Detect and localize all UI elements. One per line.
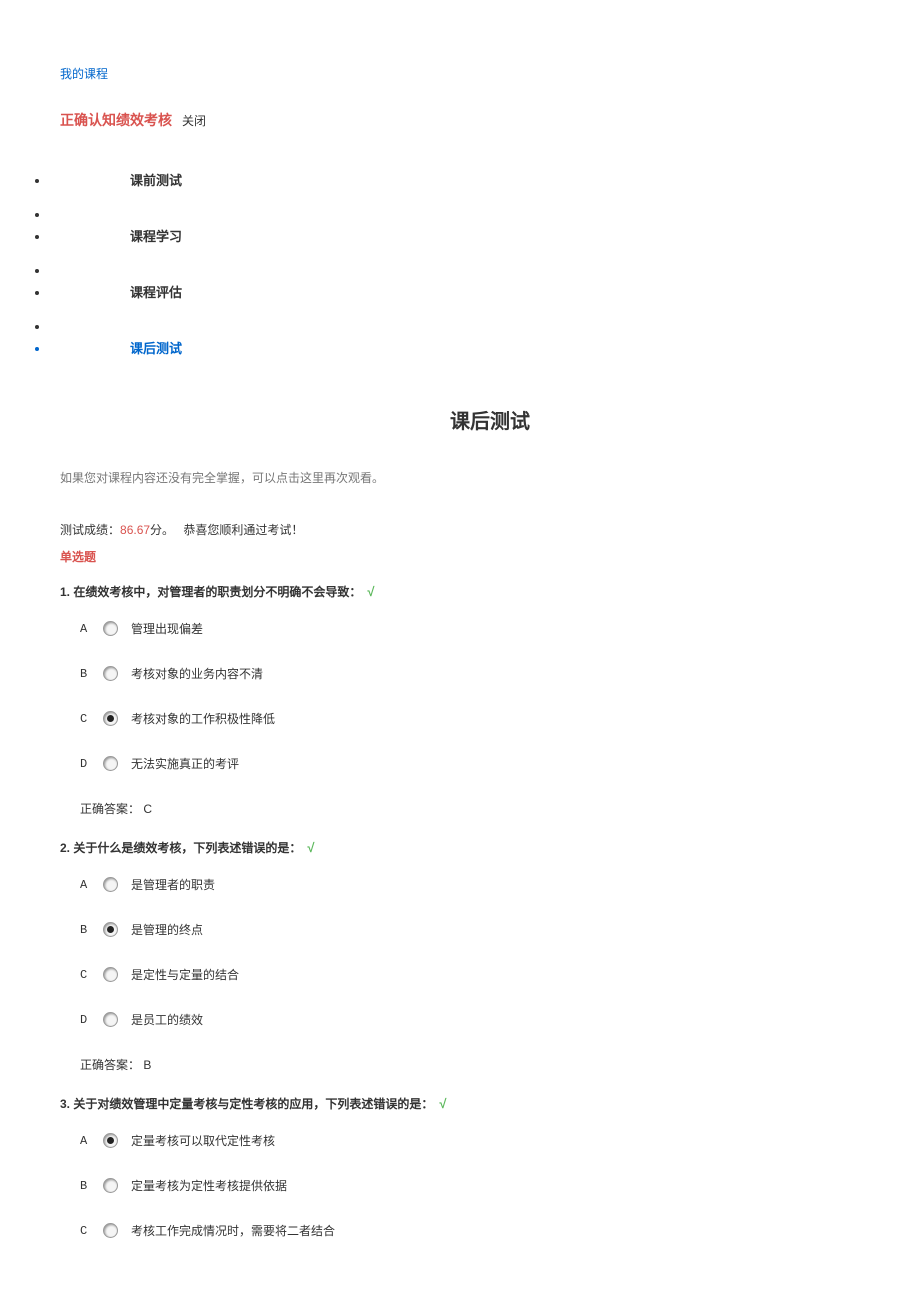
option-row[interactable]: D 是员工的绩效 [80,1011,860,1028]
course-title: 正确认知绩效考核 [60,110,172,130]
score-row: 测试成绩：86.67分。 恭喜您顺利通过考试！ [60,521,860,538]
option-letter: C [80,968,90,982]
option-letter: B [80,667,90,681]
check-icon: √ [439,1096,446,1111]
question-type-header: 单选题 [60,548,860,565]
question-text: 2. 关于什么是绩效考核，下列表述错误的是：√ [60,839,860,856]
option-letter: B [80,1179,90,1193]
my-course-link[interactable]: 我的课程 [60,65,920,82]
check-icon: √ [367,584,374,599]
option-row[interactable]: A 管理出现偏差 [80,620,860,637]
score-value: 86.67 [120,523,150,537]
question: 1. 在绩效考核中，对管理者的职责划分不明确不会导致：√ A 管理出现偏差 B 考核对象… [60,583,860,817]
option-letter: D [80,1013,90,1027]
option-letter: A [80,878,90,892]
option-letter: B [80,923,90,937]
option-text: 是管理者的职责 [131,876,215,893]
option-row[interactable]: C 考核对象的工作积极性降低 [80,710,860,727]
radio-icon[interactable] [104,622,117,635]
nav-list: 课前测试课程学习课程评估课后测试 [60,152,920,375]
option-row[interactable]: D 无法实施真正的考评 [80,755,860,772]
page-title: 课后测试 [60,405,920,434]
option-text: 定量考核可以取代定性考核 [131,1132,275,1149]
option-row[interactable]: B 考核对象的业务内容不清 [80,665,860,682]
nav-item-pre[interactable]: 课前测试 [50,152,920,207]
option-text: 是管理的终点 [131,921,203,938]
check-icon: √ [307,840,314,855]
question-text: 3. 关于对绩效管理中定量考核与定性考核的应用，下列表述错误的是：√ [60,1095,860,1112]
option-row[interactable]: C 考核工作完成情况时，需要将二者结合 [80,1222,860,1239]
option-letter: A [80,622,90,636]
option-text: 考核工作完成情况时，需要将二者结合 [131,1222,335,1239]
option-letter: C [80,1224,90,1238]
radio-icon[interactable] [104,1224,117,1237]
option-letter: C [80,712,90,726]
radio-icon[interactable] [104,1134,117,1147]
radio-icon[interactable] [104,667,117,680]
correct-answer: 正确答案： B [60,1056,860,1073]
option-row[interactable]: A 是管理者的职责 [80,876,860,893]
radio-icon[interactable] [104,1013,117,1026]
question-text: 1. 在绩效考核中，对管理者的职责划分不明确不会导致：√ [60,583,860,600]
correct-answer: 正确答案： C [60,800,860,817]
option-text: 是定性与定量的结合 [131,966,239,983]
option-row[interactable]: B 定量考核为定性考核提供依据 [80,1177,860,1194]
radio-icon[interactable] [104,923,117,936]
radio-icon[interactable] [104,1179,117,1192]
option-row[interactable]: A 定量考核可以取代定性考核 [80,1132,860,1149]
option-text: 是员工的绩效 [131,1011,203,1028]
score-label: 测试成绩： [60,523,120,537]
option-text: 定量考核为定性考核提供依据 [131,1177,287,1194]
radio-icon[interactable] [104,712,117,725]
option-text: 管理出现偏差 [131,620,203,637]
option-row[interactable]: B 是管理的终点 [80,921,860,938]
nav-item-post[interactable]: 课后测试 [50,320,920,375]
score-unit: 分。 [150,523,174,537]
nav-item-eval[interactable]: 课程评估 [50,264,920,319]
option-letter: A [80,1134,90,1148]
option-text: 无法实施真正的考评 [131,755,239,772]
nav-item-study[interactable]: 课程学习 [50,208,920,263]
option-letter: D [80,757,90,771]
radio-icon[interactable] [104,968,117,981]
radio-icon[interactable] [104,757,117,770]
review-hint[interactable]: 如果您对课程内容还没有完全掌握，可以点击这里再次观看。 [60,469,860,486]
option-row[interactable]: C 是定性与定量的结合 [80,966,860,983]
question: 2. 关于什么是绩效考核，下列表述错误的是：√ A 是管理者的职责 B 是管理的终点 C 是… [60,839,860,1073]
score-congrats: 恭喜您顺利通过考试！ [180,523,303,537]
option-text: 考核对象的工作积极性降低 [131,710,275,727]
option-text: 考核对象的业务内容不清 [131,665,263,682]
question: 3. 关于对绩效管理中定量考核与定性考核的应用，下列表述错误的是：√ A 定量考核可… [60,1095,860,1239]
radio-icon[interactable] [104,878,117,891]
close-button[interactable]: 关闭 [182,112,206,129]
